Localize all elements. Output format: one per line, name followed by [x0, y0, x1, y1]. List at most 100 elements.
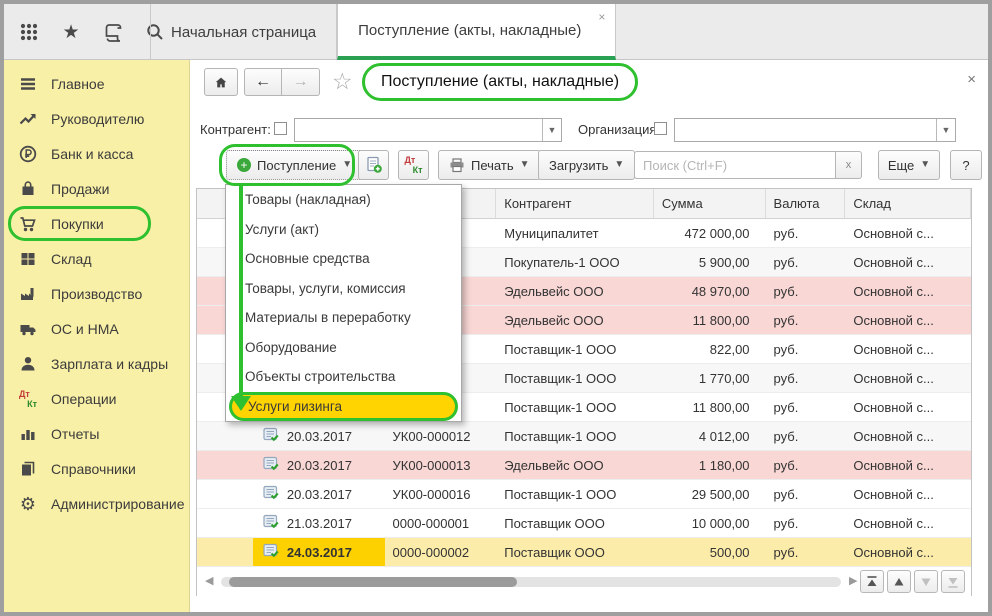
cell-number[interactable]: УК00-000016	[385, 480, 497, 508]
cell-indent[interactable]	[197, 509, 253, 537]
counterparty-combobox-input[interactable]	[295, 119, 542, 141]
cell-currency[interactable]: руб.	[766, 538, 846, 566]
cell-currency[interactable]: руб.	[766, 509, 846, 537]
close-form-icon[interactable]: ×	[967, 72, 976, 87]
home-button[interactable]	[204, 68, 238, 96]
organization-combobox-input[interactable]	[675, 119, 936, 141]
print-button[interactable]: Печать ▼	[438, 150, 541, 180]
scroll-right-icon[interactable]: ▶	[849, 576, 857, 587]
sidebar-item-administration[interactable]: ⚙Администрирование	[4, 486, 183, 521]
show-postings-dtkt-button[interactable]: ДтКт	[398, 150, 429, 180]
load-button[interactable]: Загрузить ▼	[538, 150, 635, 180]
cell-indent[interactable]	[197, 422, 253, 450]
cell-amount[interactable]: 29 500,00	[654, 480, 766, 508]
counterparty-combobox-dropdown-icon[interactable]: ▼	[542, 119, 561, 141]
cell-counterparty[interactable]: Эдельвейс ООО	[496, 451, 654, 479]
sidebar-item-sales[interactable]: Продажи	[4, 171, 183, 206]
cell-date[interactable]: 20.03.2017	[253, 422, 385, 450]
cell-indent[interactable]	[197, 480, 253, 508]
table-row[interactable]: 21.03.20170000-000001Поставщик ООО10 000…	[197, 509, 971, 538]
column-header-amount[interactable]: Сумма	[654, 189, 766, 218]
search-input[interactable]	[634, 151, 836, 179]
cell-indent[interactable]	[197, 451, 253, 479]
cell-amount[interactable]: 500,00	[654, 538, 766, 566]
menu-item-materials-processing[interactable]: Материалы в переработку	[226, 303, 461, 333]
cell-date[interactable]: 20.03.2017	[253, 480, 385, 508]
organization-combobox-dropdown-icon[interactable]: ▼	[936, 119, 955, 141]
cell-currency[interactable]: руб.	[766, 480, 846, 508]
menu-item-equipment[interactable]: Оборудование	[226, 333, 461, 363]
cell-indent[interactable]	[197, 538, 253, 566]
cell-date[interactable]: 21.03.2017	[253, 509, 385, 537]
cell-counterparty[interactable]: Поставщик-1 ООО	[496, 335, 654, 363]
favorites-star-icon[interactable]: ★	[60, 21, 82, 43]
new-receipt-button[interactable]: + Поступление ▼	[226, 150, 363, 180]
cell-warehouse[interactable]: Основной с...	[845, 509, 971, 537]
cell-counterparty[interactable]: Поставщик-1 ООО	[496, 422, 654, 450]
apps-grid-icon[interactable]	[18, 21, 40, 43]
cell-number[interactable]: УК00-000012	[385, 422, 497, 450]
cell-warehouse[interactable]: Основной с...	[845, 451, 971, 479]
forward-button[interactable]: →	[282, 68, 320, 96]
sidebar-item-bank-cash[interactable]: Банк и касса	[4, 136, 183, 171]
cell-warehouse[interactable]: Основной с...	[845, 364, 971, 392]
menu-item-construction-objects[interactable]: Объекты строительства	[226, 362, 461, 392]
cell-warehouse[interactable]: Основной с...	[845, 306, 971, 334]
organization-filter-checkbox[interactable]	[654, 122, 667, 135]
menu-item-fixed-assets[interactable]: Основные средства	[226, 244, 461, 274]
cell-warehouse[interactable]: Основной с...	[845, 248, 971, 276]
cell-counterparty[interactable]: Покупатель-1 ООО	[496, 248, 654, 276]
sidebar-item-main[interactable]: Главное	[4, 66, 183, 101]
sidebar-item-directories[interactable]: Справочники	[4, 451, 183, 486]
cell-warehouse[interactable]: Основной с...	[845, 480, 971, 508]
table-row[interactable]: 20.03.2017УК00-000012Поставщик-1 ООО4 01…	[197, 422, 971, 451]
cell-number[interactable]: 0000-000002	[385, 538, 497, 566]
cell-counterparty[interactable]: Эдельвейс ООО	[496, 277, 654, 305]
cell-amount[interactable]: 11 800,00	[654, 306, 766, 334]
cell-amount[interactable]: 4 012,00	[654, 422, 766, 450]
tab-close-icon[interactable]: ×	[598, 11, 605, 23]
go-first-button[interactable]	[860, 570, 884, 593]
cell-counterparty[interactable]: Муниципалитет	[496, 219, 654, 247]
cell-currency[interactable]: руб.	[766, 451, 846, 479]
tab-receipts[interactable]: Поступление (акты, накладные) ×	[337, 4, 616, 60]
cell-currency[interactable]: руб.	[766, 219, 846, 247]
more-button[interactable]: Еще ▼	[878, 150, 940, 180]
cell-currency[interactable]: руб.	[766, 393, 846, 421]
sidebar-item-reports[interactable]: Отчеты	[4, 416, 183, 451]
copy-document-button[interactable]	[358, 150, 389, 180]
cell-number[interactable]: 0000-000001	[385, 509, 497, 537]
help-button[interactable]: ?	[950, 150, 982, 180]
cell-currency[interactable]: руб.	[766, 422, 846, 450]
cell-amount[interactable]: 5 900,00	[654, 248, 766, 276]
cell-amount[interactable]: 10 000,00	[654, 509, 766, 537]
cell-number[interactable]: УК00-000013	[385, 451, 497, 479]
cell-currency[interactable]: руб.	[766, 248, 846, 276]
cell-counterparty[interactable]: Поставщик-1 ООО	[496, 480, 654, 508]
column-header-currency[interactable]: Валюта	[766, 189, 846, 218]
cell-currency[interactable]: руб.	[766, 306, 846, 334]
cell-warehouse[interactable]: Основной с...	[845, 335, 971, 363]
cell-warehouse[interactable]: Основной с...	[845, 422, 971, 450]
column-header-warehouse[interactable]: Склад	[845, 189, 971, 218]
cell-warehouse[interactable]: Основной с...	[845, 393, 971, 421]
cell-amount[interactable]: 1 770,00	[654, 364, 766, 392]
cell-date[interactable]: 20.03.2017	[253, 451, 385, 479]
go-last-button[interactable]	[941, 570, 965, 593]
history-icon[interactable]	[102, 21, 124, 43]
cell-date[interactable]: 24.03.2017	[253, 538, 385, 566]
cell-counterparty[interactable]: Поставщик ООО	[496, 509, 654, 537]
column-header-counterparty[interactable]: Контрагент	[496, 189, 654, 218]
scrollbar-track[interactable]	[221, 577, 841, 587]
scrollbar-thumb[interactable]	[229, 577, 517, 587]
go-up-button[interactable]	[887, 570, 911, 593]
cell-counterparty[interactable]: Поставщик ООО	[496, 538, 654, 566]
sidebar-item-warehouse[interactable]: Склад	[4, 241, 183, 276]
cell-currency[interactable]: руб.	[766, 364, 846, 392]
sidebar-item-operations[interactable]: ДтКтОперации	[4, 381, 183, 416]
sidebar-item-os-nma[interactable]: ОС и НМА	[4, 311, 183, 346]
table-row[interactable]: 20.03.2017УК00-000016Поставщик-1 ООО29 5…	[197, 480, 971, 509]
cell-amount[interactable]: 1 180,00	[654, 451, 766, 479]
sidebar-item-manager[interactable]: Руководителю	[4, 101, 183, 136]
cell-amount[interactable]: 472 000,00	[654, 219, 766, 247]
